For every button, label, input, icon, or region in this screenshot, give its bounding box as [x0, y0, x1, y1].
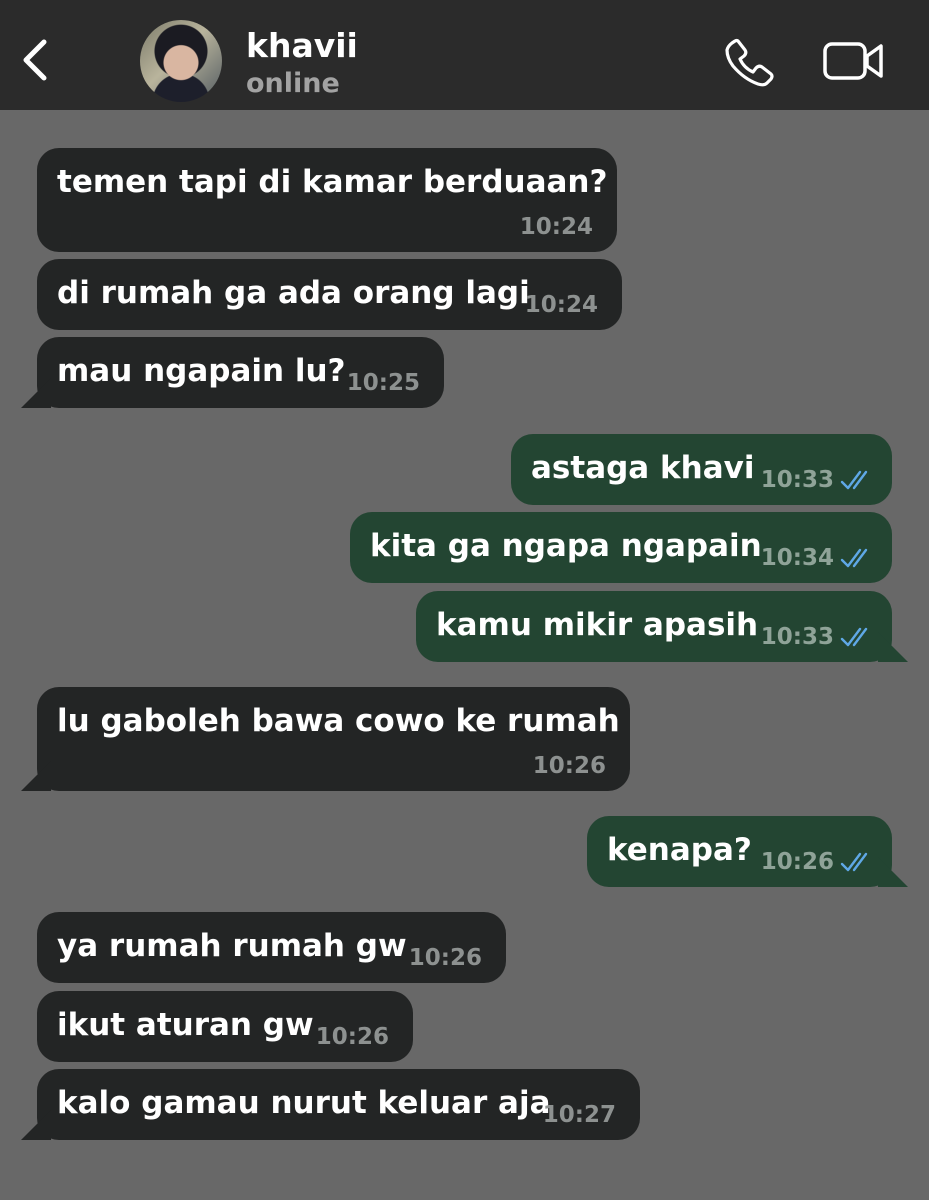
read-receipt-icon [840, 548, 868, 568]
contact-name[interactable]: khavii [246, 26, 358, 65]
message-bubble[interactable]: astaga khavi 10:33 [511, 434, 892, 505]
message-text: kenapa? [607, 832, 752, 868]
message-time: 10:26 [315, 1024, 389, 1050]
message-text: kamu mikir apasih [436, 607, 759, 643]
message-text: astaga khavi [531, 450, 755, 486]
video-camera-icon [823, 42, 883, 80]
message-bubble[interactable]: ya rumah rumah gw 10:26 [37, 912, 506, 983]
message-bubble[interactable]: lu gaboleh bawa cowo ke rumah 10:26 [21, 687, 630, 791]
message-time: 10:26 [760, 849, 834, 875]
back-button[interactable] [16, 32, 56, 88]
bubble-tail [878, 857, 908, 887]
voice-call-button[interactable] [724, 36, 776, 88]
message-time: 10:27 [542, 1102, 616, 1128]
message-bubble[interactable]: ikut aturan gw 10:26 [37, 991, 413, 1062]
message-bubble[interactable]: kita ga ngapa ngapain 10:34 [350, 512, 892, 583]
message-text: di rumah ga ada orang lagi [57, 275, 530, 311]
message-text: temen tapi di kamar berduaan? [57, 164, 608, 200]
read-receipt-icon [840, 627, 868, 647]
message-time: 10:34 [760, 545, 834, 571]
message-time: 10:24 [524, 292, 598, 318]
bubble-tail [21, 1110, 51, 1140]
message-text: ya rumah rumah gw [57, 928, 407, 964]
message-bubble[interactable]: temen tapi di kamar berduaan? 10:24 [37, 148, 617, 252]
bubble-tail [21, 378, 51, 408]
message-time: 10:24 [519, 214, 593, 240]
message-text: kita ga ngapa ngapain [370, 528, 762, 564]
read-receipt-icon [840, 470, 868, 490]
read-receipt-icon [840, 852, 868, 872]
avatar[interactable] [140, 20, 222, 102]
message-text: lu gaboleh bawa cowo ke rumah [57, 703, 620, 739]
message-text: kalo gamau nurut keluar aja [57, 1085, 551, 1121]
message-time: 10:26 [532, 753, 606, 779]
message-bubble[interactable]: mau ngapain lu? 10:25 [21, 337, 444, 408]
contact-status: online [246, 68, 340, 99]
phone-icon [725, 38, 774, 87]
bubble-tail [878, 632, 908, 662]
message-text: mau ngapain lu? [57, 353, 346, 389]
message-time: 10:33 [760, 467, 834, 493]
message-bubble[interactable]: kenapa? 10:26 [587, 816, 908, 887]
message-time: 10:25 [346, 370, 420, 396]
message-time: 10:33 [760, 624, 834, 650]
chevron-left-icon [23, 39, 47, 81]
message-text: ikut aturan gw [57, 1007, 314, 1043]
video-call-button[interactable] [822, 40, 886, 82]
chat-header: khavii online [0, 0, 929, 110]
message-bubble[interactable]: di rumah ga ada orang lagi 10:24 [37, 259, 622, 330]
message-bubble[interactable]: kamu mikir apasih 10:33 [416, 591, 908, 662]
bubble-tail [21, 761, 51, 791]
message-time: 10:26 [408, 945, 482, 971]
message-bubble[interactable]: kalo gamau nurut keluar aja 10:27 [21, 1069, 640, 1140]
